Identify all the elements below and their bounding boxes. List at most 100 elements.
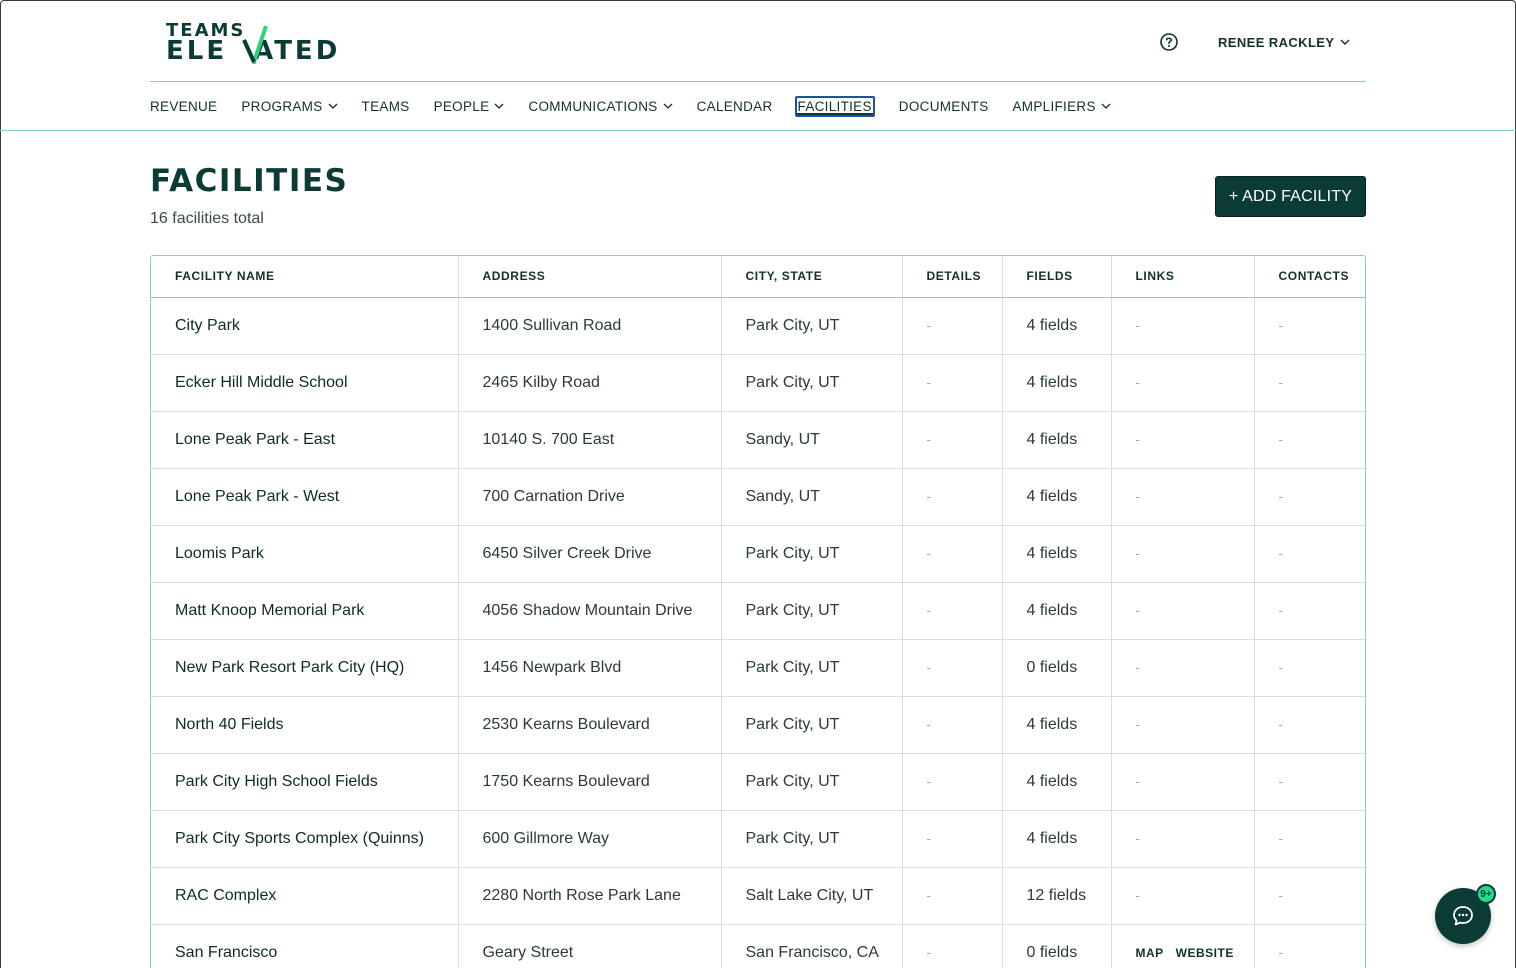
- details-cell: -: [902, 810, 1003, 868]
- top-bar: TEAMS ELE ATED RENEE RACKLEY: [150, 0, 1366, 82]
- table-row[interactable]: Matt Knoop Memorial Park 4056 Shadow Moun…: [151, 582, 1365, 640]
- chat-bubble-icon: [1453, 906, 1473, 926]
- address-cell: 6450 Silver Creek Drive: [458, 525, 722, 583]
- question-circle-icon[interactable]: [1159, 32, 1179, 52]
- empty-link-placeholder: -: [1135, 546, 1140, 561]
- nav-item-amplifiers[interactable]: AMPLIFIERS: [1013, 99, 1111, 114]
- empty-link-placeholder: -: [1135, 318, 1140, 333]
- details-cell: -: [902, 753, 1003, 811]
- facility-name-cell[interactable]: RAC Complex: [151, 867, 459, 925]
- nav-item-label: COMMUNICATIONS: [528, 98, 658, 114]
- contacts-cell: -: [1254, 297, 1365, 355]
- fields-cell: 0 fields: [1002, 924, 1112, 968]
- facility-name-cell[interactable]: North 40 Fields: [151, 696, 459, 754]
- table-row[interactable]: New Park Resort Park City (HQ) 1456 Newpa…: [151, 639, 1365, 697]
- table-row[interactable]: North 40 Fields 2530 Kearns Boulevard Park…: [151, 696, 1365, 754]
- facility-name-cell[interactable]: Lone Peak Park - East: [151, 411, 459, 469]
- facility-count: 16 facilities total: [150, 210, 264, 227]
- facility-name-cell[interactable]: Lone Peak Park - West: [151, 468, 459, 526]
- nav-item-label: PEOPLE: [433, 98, 490, 114]
- city-state-cell: San Francisco, CA: [721, 924, 903, 968]
- address-cell: 1400 Sullivan Road: [458, 297, 722, 355]
- nav-item-revenue[interactable]: REVENUE: [150, 99, 217, 114]
- column-header-facility-name[interactable]: FACILITY NAME: [151, 256, 459, 298]
- facility-name-cell[interactable]: Park City High School Fields: [151, 753, 459, 811]
- column-header-links[interactable]: LINKS: [1111, 256, 1255, 298]
- address-cell: 700 Carnation Drive: [458, 468, 722, 526]
- links-cell: -: [1111, 867, 1255, 925]
- contacts-cell: -: [1254, 411, 1365, 469]
- teams-elevated-logo[interactable]: TEAMS ELE ATED: [166, 20, 356, 66]
- city-state-cell: Sandy, UT: [721, 411, 903, 469]
- facility-name-cell[interactable]: New Park Resort Park City (HQ): [151, 639, 459, 697]
- chevron-down-icon: [328, 103, 338, 109]
- table-row[interactable]: Park City High School Fields 1750 Kearns …: [151, 753, 1365, 811]
- fields-cell: 4 fields: [1002, 411, 1112, 469]
- column-header-city-state[interactable]: CITY, STATE: [721, 256, 903, 298]
- user-menu[interactable]: RENEE RACKLEY: [1218, 33, 1350, 51]
- table-row[interactable]: Lone Peak Park - West 700 Carnation Drive…: [151, 468, 1365, 526]
- empty-link-placeholder: -: [1135, 660, 1140, 675]
- column-header-contacts[interactable]: CONTACTS: [1254, 256, 1365, 298]
- nav-item-label: PROGRAMS: [241, 98, 323, 114]
- map-link[interactable]: MAP: [1136, 946, 1164, 960]
- empty-link-placeholder: -: [1135, 888, 1140, 903]
- chevron-down-icon: [1101, 103, 1111, 109]
- fields-cell: 4 fields: [1002, 753, 1112, 811]
- empty-link-placeholder: -: [1135, 432, 1140, 447]
- table-row[interactable]: Loomis Park 6450 Silver Creek Drive Park C…: [151, 525, 1365, 583]
- website-link[interactable]: WEBSITE: [1176, 946, 1234, 960]
- nav-item-facilities[interactable]: FACILITIES: [794, 95, 875, 117]
- links-cell: -: [1111, 753, 1255, 811]
- nav-item-teams[interactable]: TEAMS: [362, 99, 410, 114]
- table-row[interactable]: RAC Complex 2280 North Rose Park Lane Salt…: [151, 867, 1365, 925]
- table-row[interactable]: Lone Peak Park - East 10140 S. 700 East Sa…: [151, 411, 1365, 469]
- links-cell: MAP WEBSITE: [1111, 924, 1255, 968]
- table-row[interactable]: San Francisco Geary Street San Francisco, …: [151, 924, 1365, 968]
- facility-name-cell[interactable]: Park City Sports Complex (Quinns): [151, 810, 459, 868]
- details-cell: -: [902, 525, 1003, 583]
- contacts-cell: -: [1254, 639, 1365, 697]
- city-state-cell: Park City, UT: [721, 696, 903, 754]
- links-cell: -: [1111, 525, 1255, 583]
- fields-cell: 4 fields: [1002, 696, 1112, 754]
- facility-name-cell[interactable]: Ecker Hill Middle School: [151, 354, 459, 412]
- links-cell: -: [1111, 810, 1255, 868]
- table-row[interactable]: Ecker Hill Middle School 2465 Kilby Road P…: [151, 354, 1365, 412]
- table-row[interactable]: Park City Sports Complex (Quinns) 600 Gil…: [151, 810, 1365, 868]
- address-cell: 4056 Shadow Mountain Drive: [458, 582, 722, 640]
- city-state-cell: Park City, UT: [721, 639, 903, 697]
- nav-item-calendar[interactable]: CALENDAR: [697, 99, 773, 114]
- page-title: FACILITIES: [150, 163, 349, 199]
- links-cell: -: [1111, 468, 1255, 526]
- add-facility-button[interactable]: + ADD FACILITY: [1215, 176, 1366, 217]
- empty-link-placeholder: -: [1135, 375, 1140, 390]
- table-header-row: FACILITY NAME ADDRESS CITY, STATE DETAIL…: [151, 256, 1365, 298]
- facility-name-cell[interactable]: San Francisco: [151, 924, 459, 968]
- column-header-address[interactable]: ADDRESS: [458, 256, 722, 298]
- links-cell: -: [1111, 696, 1255, 754]
- details-cell: -: [902, 297, 1003, 355]
- address-cell: 1456 Newpark Blvd: [458, 639, 722, 697]
- facility-name-cell[interactable]: Loomis Park: [151, 525, 459, 583]
- city-state-cell: Park City, UT: [721, 297, 903, 355]
- details-cell: -: [902, 696, 1003, 754]
- nav-item-label: REVENUE: [150, 98, 218, 114]
- facility-name-cell[interactable]: Matt Knoop Memorial Park: [151, 582, 459, 640]
- address-cell: 10140 S. 700 East: [458, 411, 722, 469]
- nav-item-documents[interactable]: DOCUMENTS: [899, 99, 989, 114]
- nav-item-programs[interactable]: PROGRAMS: [241, 98, 338, 114]
- fields-cell: 4 fields: [1002, 297, 1112, 355]
- nav-item-communications[interactable]: COMMUNICATIONS: [528, 98, 673, 114]
- links-cell: -: [1111, 582, 1255, 640]
- column-header-details[interactable]: DETAILS: [902, 256, 1003, 298]
- links-cell: -: [1111, 354, 1255, 412]
- nav-item-people[interactable]: PEOPLE: [434, 99, 505, 114]
- city-state-cell: Park City, UT: [721, 354, 903, 412]
- contacts-cell: -: [1254, 354, 1365, 412]
- column-header-fields[interactable]: FIELDS: [1002, 256, 1112, 298]
- facility-name-cell[interactable]: City Park: [151, 297, 459, 355]
- city-state-cell: Park City, UT: [721, 753, 903, 811]
- table-row[interactable]: City Park 1400 Sullivan Road Park City, UT…: [151, 297, 1365, 355]
- address-cell: 2465 Kilby Road: [458, 354, 722, 412]
